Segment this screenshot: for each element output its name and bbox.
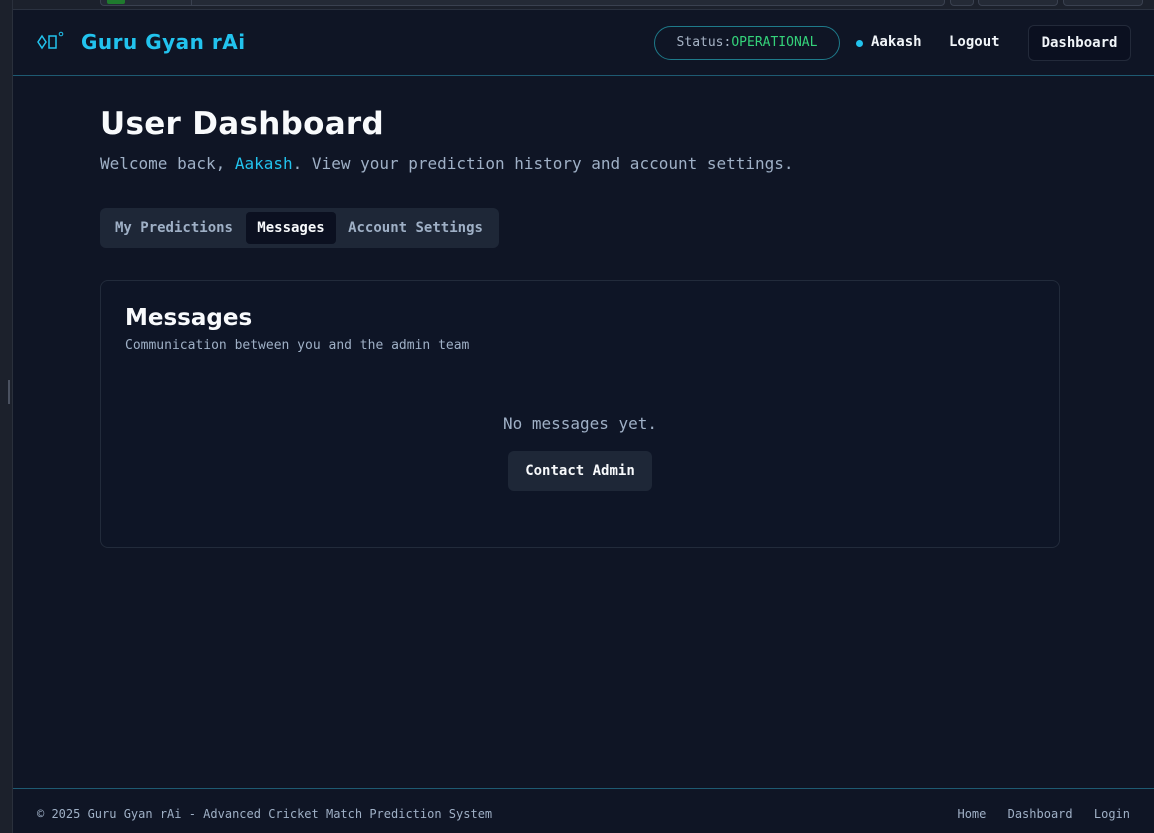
tab-account-settings[interactable]: Account Settings (338, 212, 493, 244)
status-badge: Status:OPERATIONAL (654, 26, 840, 60)
card-subtitle: Communication between you and the admin … (125, 338, 470, 353)
site-header: Guru Gyan rAi Status:OPERATIONAL Aakash … (13, 10, 1154, 76)
browser-toolbar-remnant (13, 0, 1154, 10)
footer-link-dashboard[interactable]: Dashboard (1008, 807, 1073, 821)
dashboard-tabs: My Predictions Messages Account Settings (100, 208, 499, 248)
logo-icon (37, 31, 64, 50)
browser-button[interactable] (978, 0, 1058, 6)
tab-messages[interactable]: Messages (246, 212, 336, 244)
copyright-text: © 2025 Guru Gyan rAi - Advanced Cricket … (37, 807, 493, 821)
messages-card: Messages Communication between you and t… (100, 280, 1060, 548)
app-window: Guru Gyan rAi Status:OPERATIONAL Aakash … (13, 0, 1154, 833)
dashboard-button[interactable]: Dashboard (1028, 25, 1131, 61)
status-value: OPERATIONAL (731, 35, 818, 50)
site-footer: © 2025 Guru Gyan rAi - Advanced Cricket … (13, 788, 1154, 833)
resize-grip[interactable] (8, 380, 10, 404)
contact-admin-button[interactable]: Contact Admin (508, 451, 652, 491)
user-name: Aakash (871, 34, 922, 50)
footer-link-home[interactable]: Home (957, 807, 986, 821)
brand-name[interactable]: Guru Gyan rAi (81, 30, 246, 54)
address-bar[interactable] (100, 0, 945, 6)
welcome-text: Welcome back, Aakash. View your predicti… (100, 154, 794, 173)
logout-link[interactable]: Logout (949, 34, 1000, 50)
browser-button[interactable] (950, 0, 974, 6)
welcome-username: Aakash (234, 154, 293, 173)
tab-my-predictions[interactable]: My Predictions (104, 212, 244, 244)
online-dot-icon (856, 40, 863, 47)
status-label: Status: (676, 35, 732, 50)
card-title: Messages (125, 305, 253, 331)
footer-link-login[interactable]: Login (1094, 807, 1130, 821)
browser-button[interactable] (1063, 0, 1143, 6)
footer-links: Home Dashboard Login (943, 807, 1130, 821)
window-left-edge (0, 0, 13, 833)
secure-lock-icon (107, 0, 125, 4)
page-title: User Dashboard (100, 106, 384, 142)
empty-state-text: No messages yet. (502, 414, 658, 433)
